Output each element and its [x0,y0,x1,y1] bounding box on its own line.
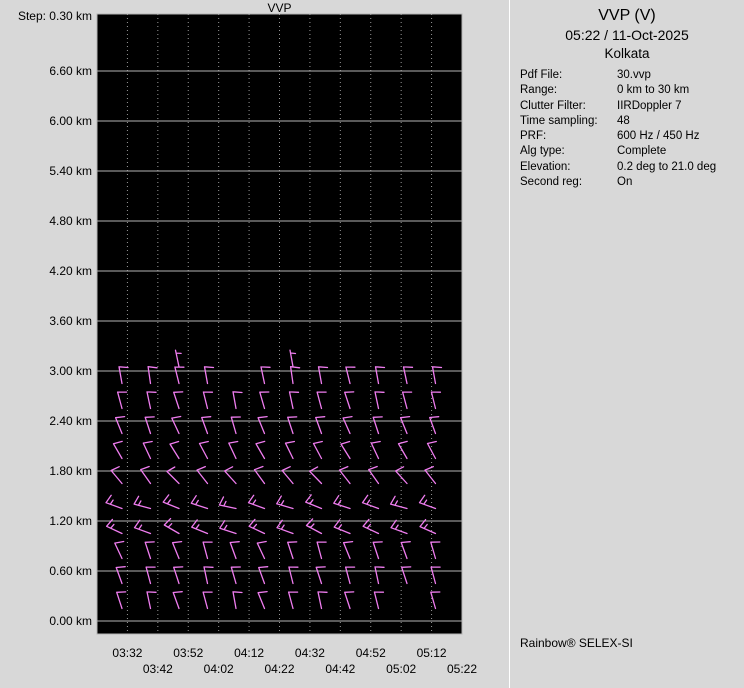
info-value: Complete [617,144,744,159]
info-value: 0.2 deg to 21.0 deg [617,160,744,175]
x-axis-tick-label: 05:02 [371,662,431,676]
info-row: Elevation:0.2 deg to 21.0 deg [520,160,744,175]
x-axis-tick-label: 04:22 [250,662,310,676]
x-axis-tick-label: 04:02 [189,662,249,676]
x-axis-tick-label: 04:12 [219,646,279,660]
info-row: Time sampling:48 [520,114,744,129]
y-axis-tick-label: 4.80 km [30,214,92,228]
product-datetime: 05:22 / 11-Oct-2025 [510,27,744,43]
info-panel: VVP (V) 05:22 / 11-Oct-2025 Kolkata Pdf … [510,0,744,688]
info-value: 30.vvp [617,68,744,83]
info-label: Elevation: [520,160,617,175]
x-axis-tick-label: 03:42 [128,662,188,676]
x-axis-tick-label: 03:32 [97,646,157,660]
info-row: PRF:600 Hz / 450 Hz [520,129,744,144]
info-value: On [617,175,744,190]
info-row: Clutter Filter:IIRDoppler 7 [520,99,744,114]
y-axis-tick-label: 0.60 km [30,564,92,578]
y-axis-tick-label: 5.40 km [30,164,92,178]
info-label: PRF: [520,129,617,144]
site-name: Kolkata [510,46,744,61]
y-axis-tick-label: 6.60 km [30,64,92,78]
info-value: 48 [617,114,744,129]
info-value: 600 Hz / 450 Hz [617,129,744,144]
y-axis-tick-label: 3.00 km [30,364,92,378]
info-row: Alg type:Complete [520,144,744,159]
x-axis-tick-label: 04:42 [310,662,370,676]
y-axis-tick-label: 3.60 km [30,314,92,328]
info-label: Pdf File: [520,68,617,83]
vvp-product-window: Step: 0.30 km VVP 6.60 km6.00 km5.40 km4… [0,0,744,688]
info-label: Alg type: [520,144,617,159]
info-value: IIRDoppler 7 [617,99,744,114]
info-row: Second reg:On [520,175,744,190]
info-label: Second reg: [520,175,617,190]
product-info-list: Pdf File:30.vvpRange:0 km to 30 kmClutte… [520,68,744,190]
info-label: Clutter Filter: [520,99,617,114]
y-axis-tick-label: 4.20 km [30,264,92,278]
x-axis-tick-label: 03:52 [158,646,218,660]
x-axis-tick-label: 05:22 [432,662,492,676]
x-axis-tick-label: 04:32 [280,646,340,660]
info-label: Range: [520,83,617,98]
info-value: 0 km to 30 km [617,83,744,98]
y-axis-tick-label: 2.40 km [30,414,92,428]
product-title: VVP (V) [510,7,744,25]
y-axis-tick-label: 1.80 km [30,464,92,478]
x-axis-tick-label: 05:12 [402,646,462,660]
software-brand: Rainbow® SELEX-SI [520,636,633,650]
info-row: Pdf File:30.vvp [520,68,744,83]
info-label: Time sampling: [520,114,617,129]
y-axis-tick-label: 1.20 km [30,514,92,528]
y-axis-tick-label: 0.00 km [30,614,92,628]
y-axis-tick-label: 6.00 km [30,114,92,128]
info-row: Range:0 km to 30 km [520,83,744,98]
x-axis-tick-label: 04:52 [341,646,401,660]
